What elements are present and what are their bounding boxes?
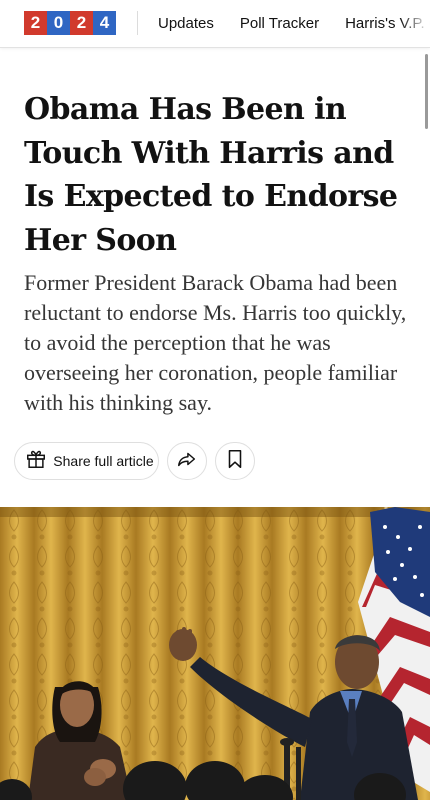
nav-fade-overlay xyxy=(400,0,430,47)
lead-photo xyxy=(0,507,430,800)
article-summary: Former President Barack Obama had been r… xyxy=(24,270,407,415)
scrollbar[interactable] xyxy=(425,54,428,129)
nav-links: Updates Poll Tracker Harris's V.P. C xyxy=(158,0,430,47)
nav-link-poll-tracker[interactable]: Poll Tracker xyxy=(240,15,319,32)
share-button[interactable] xyxy=(167,442,207,480)
logo-digit: 2 xyxy=(24,11,47,35)
election-2024-logo[interactable]: 2 0 2 4 xyxy=(24,11,116,35)
logo-digit: 4 xyxy=(93,11,116,35)
gift-icon xyxy=(25,448,47,475)
logo-digit: 0 xyxy=(47,11,70,35)
nav-divider xyxy=(137,11,138,35)
save-button[interactable] xyxy=(215,442,255,480)
bookmark-icon xyxy=(225,448,245,475)
share-label: Share full article xyxy=(53,453,154,469)
article-headline: Obama Has Been in Touch With Harris and … xyxy=(24,92,398,258)
share-full-article-button[interactable]: Share full article xyxy=(14,442,159,480)
share-arrow-icon xyxy=(176,448,198,475)
top-navigation: 2 0 2 4 Updates Poll Tracker Harris's V.… xyxy=(0,0,430,48)
nav-link-updates[interactable]: Updates xyxy=(158,15,214,32)
logo-digit: 2 xyxy=(70,11,93,35)
